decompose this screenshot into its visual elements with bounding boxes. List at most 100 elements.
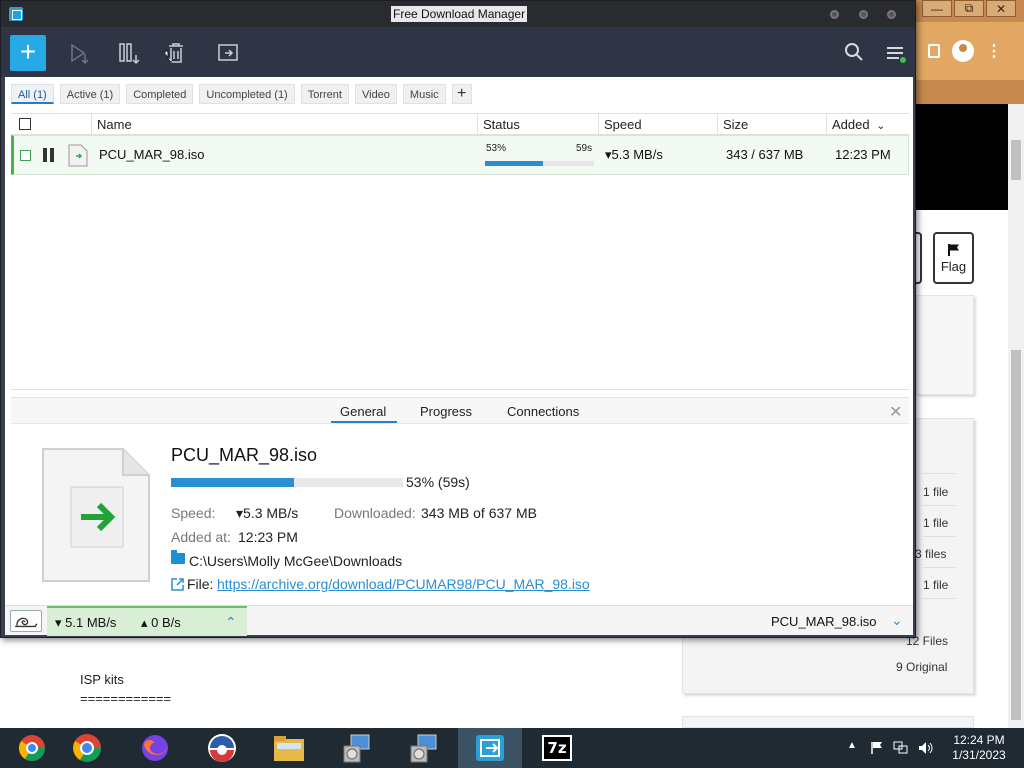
chevron-down-icon[interactable]: ⌄ xyxy=(891,612,903,629)
column-status[interactable]: Status xyxy=(477,114,598,135)
download-folder-path[interactable]: C:\Users\Molly McGee\Downloads xyxy=(189,553,402,569)
scrollbar-thumb-lower[interactable] xyxy=(1011,350,1021,720)
fdm-window: Free Download Manager + All (1) Active (… xyxy=(0,0,916,638)
search-icon[interactable] xyxy=(844,42,864,62)
select-all-checkbox[interactable] xyxy=(19,118,31,130)
7zip-icon: 7z xyxy=(542,735,572,761)
taskbar-app-firefox[interactable] xyxy=(123,728,187,768)
detail-progress-fill xyxy=(171,478,294,487)
taskbar-app-installer[interactable] xyxy=(324,728,388,768)
close-details-icon[interactable]: ✕ xyxy=(889,402,902,422)
filter-tab-uncompleted[interactable]: Uncompleted (1) xyxy=(199,84,295,104)
pause-all-icon[interactable] xyxy=(117,41,141,65)
system-clock[interactable]: 12:24 PM 1/31/2023 xyxy=(944,733,1014,763)
status-current-file: PCU_MAR_98.iso xyxy=(771,614,877,629)
main-toolbar: + xyxy=(1,27,915,77)
flag-button[interactable]: Flag xyxy=(933,232,974,284)
lower-card xyxy=(682,716,974,728)
move-to-folder-icon[interactable] xyxy=(217,41,241,65)
taskbar-app-chrome[interactable] xyxy=(55,728,119,768)
pause-icon[interactable] xyxy=(43,148,55,162)
flag-label: Flag xyxy=(940,258,967,274)
added-at-label: Added at: xyxy=(171,529,231,545)
restore-button[interactable]: ⧉ xyxy=(954,0,984,17)
row-size: 343 / 637 MB xyxy=(726,147,804,162)
action-center-flag-icon[interactable] xyxy=(870,741,884,755)
column-added[interactable]: Added ⌄ xyxy=(826,114,909,135)
clock-time: 12:24 PM xyxy=(953,733,1005,747)
downloaded-value: 343 MB of 637 MB xyxy=(421,505,537,521)
window-titlebar[interactable]: Free Download Manager xyxy=(1,1,915,27)
total-upload-speed: ▴ 0 B/s xyxy=(141,615,181,630)
row-checkbox[interactable] xyxy=(20,150,31,161)
minimize-button[interactable]: — xyxy=(922,0,952,17)
partial-button[interactable] xyxy=(916,232,922,284)
add-filter-button[interactable]: + xyxy=(451,84,472,104)
sort-chevron-icon: ⌄ xyxy=(876,120,886,132)
row-eta: 59s xyxy=(576,143,593,154)
fdm-app-icon xyxy=(9,7,23,21)
scrollbar-thumb[interactable] xyxy=(1011,140,1021,180)
snail-speed-mode-icon[interactable] xyxy=(10,610,42,632)
list-divider xyxy=(11,389,909,390)
file-label: File: xyxy=(187,576,214,592)
detail-progress-bar xyxy=(171,478,403,487)
flag-icon xyxy=(947,243,959,256)
downloaded-label: Downloaded: xyxy=(334,505,416,521)
row-progress-fill xyxy=(485,161,543,166)
tab-general[interactable]: General xyxy=(340,404,386,419)
minimize-button[interactable] xyxy=(830,10,839,19)
sidebar-icon[interactable] xyxy=(928,44,940,58)
chevron-up-icon[interactable]: ⌃ xyxy=(225,614,237,631)
table-row[interactable]: PCU_MAR_98.iso 53% 59s ▾5.3 MB/s 343 / 6… xyxy=(11,135,909,175)
hamburger-menu-icon[interactable] xyxy=(885,43,907,65)
volume-icon[interactable] xyxy=(918,741,934,755)
filter-tabs: All (1) Active (1) Completed Uncompleted… xyxy=(11,84,472,104)
download-table-header: Name Status Speed Size Added ⌄ xyxy=(11,113,909,135)
filter-tab-completed[interactable]: Completed xyxy=(126,84,194,104)
taskbar-app-installer-2[interactable] xyxy=(391,728,455,768)
column-size[interactable]: Size xyxy=(717,114,826,135)
row-speed: ▾5.3 MB/s xyxy=(605,147,663,162)
total-download-speed: ▾ 5.1 MB/s xyxy=(55,615,117,630)
chrome-icon xyxy=(73,734,101,762)
maximize-button[interactable] xyxy=(859,10,868,19)
free-download-manager-icon xyxy=(476,735,504,761)
status-bar: ▾ 5.1 MB/s ▴ 0 B/s ⌃ PCU_MAR_98.iso ⌄ xyxy=(5,605,913,636)
tray-expand-icon[interactable]: ▲ xyxy=(847,740,857,751)
delete-icon[interactable] xyxy=(163,41,187,65)
add-download-button[interactable]: + xyxy=(10,35,46,71)
active-tab-indicator xyxy=(331,421,397,423)
filter-tab-torrent[interactable]: Torrent xyxy=(300,84,349,104)
file-url-link[interactable]: https://archive.org/download/PCUMAR98/PC… xyxy=(217,576,590,592)
close-button[interactable]: ✕ xyxy=(986,0,1016,17)
speed-value: ▾5.3 MB/s xyxy=(236,505,299,521)
speed-label: Speed: xyxy=(171,505,216,521)
column-name[interactable]: Name xyxy=(91,114,477,135)
tab-progress[interactable]: Progress xyxy=(420,404,472,419)
file-count: 1 file xyxy=(923,516,949,530)
browser-menu-icon[interactable]: ⋮ xyxy=(986,41,1002,61)
profile-avatar-icon[interactable] xyxy=(952,40,974,62)
speed-summary[interactable]: ▾ 5.1 MB/s ▴ 0 B/s ⌃ xyxy=(47,606,247,636)
filter-tab-all[interactable]: All (1) xyxy=(11,84,54,104)
installer-icon xyxy=(343,734,370,763)
row-added: 12:23 PM xyxy=(835,147,891,162)
details-tabs: General Progress Connections ✕ xyxy=(11,398,909,424)
column-speed[interactable]: Speed xyxy=(598,114,717,135)
network-icon[interactable] xyxy=(893,741,909,755)
taskbar-app-campaign[interactable] xyxy=(190,728,254,768)
obama-logo-icon xyxy=(208,734,236,762)
tab-connections[interactable]: Connections xyxy=(507,404,579,419)
window-title: Free Download Manager xyxy=(391,6,528,22)
taskbar-app-7zip[interactable]: 7z xyxy=(525,728,589,768)
filter-tab-video[interactable]: Video xyxy=(354,84,397,104)
taskbar-app-fdm[interactable] xyxy=(458,728,522,768)
close-button[interactable] xyxy=(887,10,896,19)
filter-tab-active[interactable]: Active (1) xyxy=(59,84,121,104)
resume-icon[interactable] xyxy=(68,41,92,65)
taskbar-app-explorer[interactable] xyxy=(257,728,321,768)
detail-progress-text: 53% (59s) xyxy=(406,474,470,490)
fdm-content: All (1) Active (1) Completed Uncompleted… xyxy=(5,77,913,636)
filter-tab-music[interactable]: Music xyxy=(402,84,446,104)
